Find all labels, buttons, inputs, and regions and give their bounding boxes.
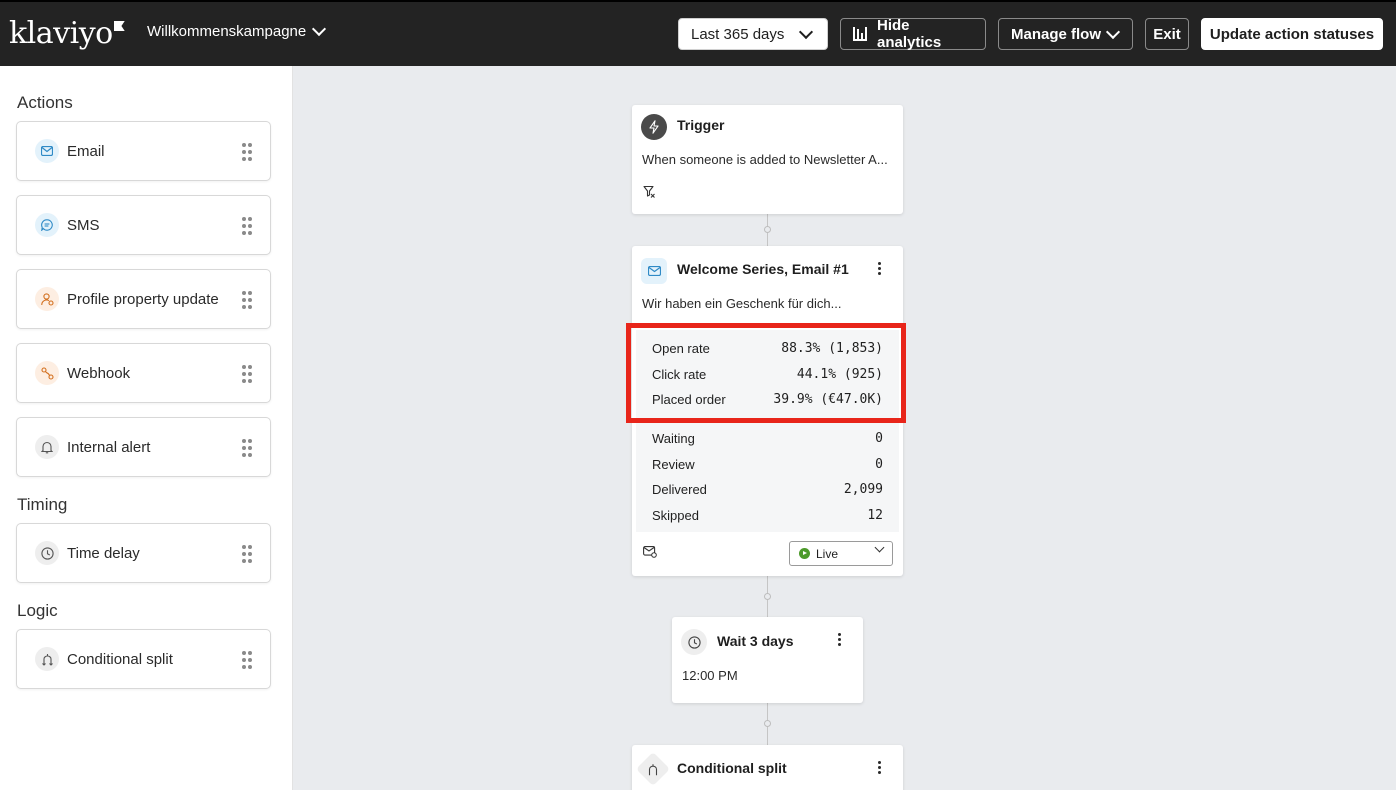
trigger-title: Trigger bbox=[677, 117, 725, 133]
bar-chart-icon bbox=[853, 27, 867, 41]
logo-flag-icon bbox=[113, 21, 125, 31]
connector-dot[interactable] bbox=[764, 226, 771, 233]
drag-handle-icon[interactable] bbox=[242, 651, 252, 669]
timing-section-title: Timing bbox=[17, 495, 68, 514]
chevron-down-icon bbox=[874, 542, 885, 553]
sidebar-item-webhook[interactable]: Webhook bbox=[16, 343, 271, 403]
filter-icon[interactable] bbox=[643, 185, 656, 203]
exit-button[interactable]: Exit bbox=[1145, 18, 1189, 50]
metrics-highlight-box bbox=[626, 323, 906, 423]
status-row: Skipped 12 bbox=[652, 505, 883, 525]
email-title: Welcome Series, Email #1 bbox=[677, 261, 849, 277]
drag-handle-icon[interactable] bbox=[242, 545, 252, 563]
status-label: Waiting bbox=[652, 430, 695, 446]
logo-text: klaviyo bbox=[9, 16, 113, 51]
drag-handle-icon[interactable] bbox=[242, 217, 252, 235]
time-delay-node[interactable]: Wait 3 days 12:00 PM bbox=[672, 617, 863, 703]
top-bar: klaviyo Willkommenskampagne Last 365 day… bbox=[0, 0, 1396, 66]
sidebar-item-email[interactable]: Email bbox=[16, 121, 271, 181]
status-row: Waiting 0 bbox=[652, 428, 883, 448]
sidebar-item-label: Profile property update bbox=[67, 290, 219, 308]
status-row: Delivered 2,099 bbox=[652, 479, 883, 499]
status-label: Delivered bbox=[652, 481, 707, 497]
conditional-split-title: Conditional split bbox=[677, 760, 787, 776]
sidebar: Actions Email SMS Profile property updat… bbox=[0, 66, 293, 790]
sidebar-item-internal-alert[interactable]: Internal alert bbox=[16, 417, 271, 477]
chevron-down-icon bbox=[798, 24, 814, 39]
status-select[interactable]: Live bbox=[789, 541, 893, 566]
more-options-icon[interactable] bbox=[838, 633, 842, 646]
mail-icon bbox=[641, 258, 667, 284]
exit-label: Exit bbox=[1153, 25, 1181, 43]
sidebar-item-label: Internal alert bbox=[67, 438, 151, 456]
hide-analytics-label: Hide analytics bbox=[877, 17, 942, 51]
drag-handle-icon[interactable] bbox=[242, 439, 252, 457]
sidebar-item-time-delay[interactable]: Time delay bbox=[16, 523, 271, 583]
sidebar-item-conditional-split[interactable]: Conditional split bbox=[16, 629, 271, 689]
status-value: 2,099 bbox=[843, 481, 883, 497]
time-delay-title: Wait 3 days bbox=[717, 633, 794, 649]
update-statuses-label: Update action statuses bbox=[1209, 25, 1375, 43]
chevron-down-icon bbox=[312, 21, 327, 37]
email-preview-icon[interactable] bbox=[643, 545, 657, 563]
sidebar-item-label: SMS bbox=[67, 216, 100, 234]
status-label: Skipped bbox=[652, 507, 699, 523]
webhook-icon bbox=[35, 361, 59, 385]
time-delay-time: 12:00 PM bbox=[682, 668, 738, 683]
actions-section-title: Actions bbox=[17, 93, 73, 112]
live-status-icon bbox=[799, 548, 810, 559]
email-subject: Wir haben ein Geschenk für dich... bbox=[642, 296, 842, 311]
connector-dot[interactable] bbox=[764, 593, 771, 600]
sidebar-item-sms[interactable]: SMS bbox=[16, 195, 271, 255]
update-action-statuses-button[interactable]: Update action statuses bbox=[1201, 18, 1383, 50]
sidebar-item-label: Webhook bbox=[67, 364, 131, 382]
clock-icon bbox=[681, 629, 707, 655]
sms-icon bbox=[35, 213, 59, 237]
status-value: 0 bbox=[875, 456, 883, 472]
more-options-icon[interactable] bbox=[878, 761, 882, 774]
chevron-down-icon bbox=[1105, 24, 1121, 39]
trigger-node[interactable]: Trigger When someone is added to Newslet… bbox=[632, 105, 903, 214]
sidebar-item-label: Conditional split bbox=[67, 650, 173, 668]
more-options-icon[interactable] bbox=[878, 262, 882, 275]
logic-section-title: Logic bbox=[17, 601, 58, 620]
status-select-value: Live bbox=[816, 546, 839, 561]
flow-canvas[interactable]: Trigger When someone is added to Newslet… bbox=[293, 66, 1396, 790]
trigger-description: When someone is added to Newsletter A... bbox=[642, 152, 888, 167]
date-range-value: Last 365 days bbox=[691, 25, 785, 43]
manage-flow-label: Manage flow bbox=[1011, 25, 1102, 43]
status-row: Review 0 bbox=[652, 454, 883, 474]
hide-analytics-button[interactable]: Hide analytics bbox=[840, 17, 986, 51]
manage-flow-button[interactable]: Manage flow bbox=[998, 18, 1133, 50]
drag-handle-icon[interactable] bbox=[242, 143, 252, 161]
klaviyo-logo[interactable]: klaviyo bbox=[9, 16, 125, 52]
clock-icon bbox=[35, 541, 59, 565]
split-icon bbox=[35, 647, 59, 671]
sidebar-item-profile-property-update[interactable]: Profile property update bbox=[16, 269, 271, 329]
status-label: Review bbox=[652, 456, 695, 472]
sidebar-item-label: Time delay bbox=[67, 544, 140, 562]
flow-name-dropdown[interactable]: Willkommenskampagne bbox=[147, 21, 327, 40]
date-range-select[interactable]: Last 365 days bbox=[678, 18, 828, 50]
mail-icon bbox=[35, 139, 59, 163]
flow-name: Willkommenskampagne bbox=[147, 23, 307, 40]
profile-update-icon bbox=[35, 287, 59, 311]
connector-dot[interactable] bbox=[764, 720, 771, 727]
split-icon bbox=[636, 752, 670, 786]
conditional-split-node[interactable]: Conditional split bbox=[632, 745, 903, 790]
status-value: 12 bbox=[867, 507, 883, 523]
lightning-icon bbox=[641, 114, 667, 140]
sidebar-item-label: Email bbox=[67, 142, 105, 160]
drag-handle-icon[interactable] bbox=[242, 365, 252, 383]
bell-icon bbox=[35, 435, 59, 459]
status-value: 0 bbox=[875, 430, 883, 446]
drag-handle-icon[interactable] bbox=[242, 291, 252, 309]
